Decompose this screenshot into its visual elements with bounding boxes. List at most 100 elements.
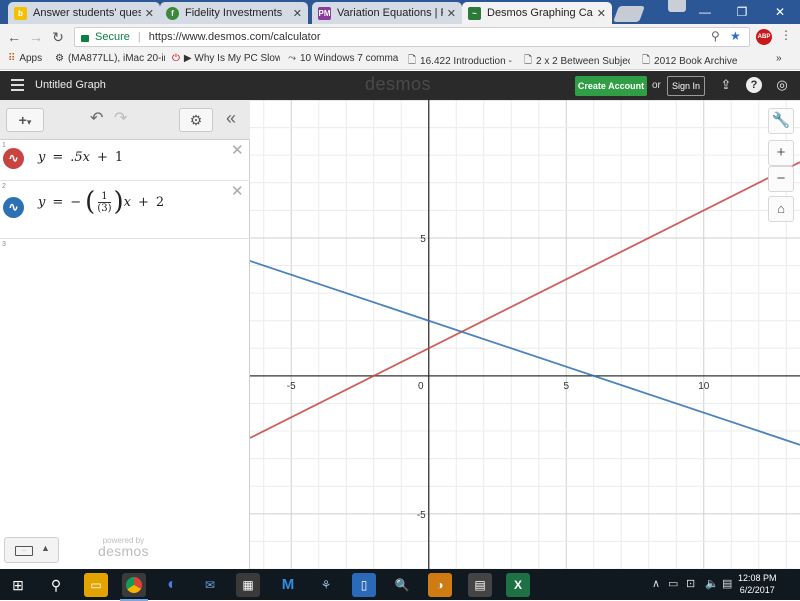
collapse-panel-icon[interactable]: « [226,108,236,129]
adblock-icon[interactable]: ABP [756,29,772,45]
hamburger-menu-icon[interactable] [11,79,24,91]
tab-title: Desmos Graphing Calcul [487,7,593,19]
expression-index: 3 [2,241,6,248]
expression-math[interactable]: y = − ( 1 (3) ) x + 2 [38,189,164,215]
add-item-button[interactable]: +▾ [6,108,44,132]
forward-arrow-icon[interactable]: → [27,28,45,46]
sign-in-button[interactable]: Sign In [667,76,705,96]
redo-icon[interactable]: ↷ [114,108,127,128]
keyboard-icon: ⋯ [15,546,33,556]
delete-expression-icon[interactable]: ✕ [231,141,244,159]
home-icon[interactable]: ⌂ [768,196,794,222]
expression-row-1[interactable]: 1 ∿ y = .5x + 1 ✕ [0,140,250,181]
bookmarks-overflow[interactable]: » [776,53,782,64]
terminal-icon[interactable]: ▤ [468,573,492,597]
close-icon[interactable]: ✕ [447,7,456,20]
keyboard-toggle-button[interactable]: ⋯ ▲ [4,537,59,563]
left-paren: ( [85,187,96,217]
firefox-icon[interactable]: ◐ [160,573,184,597]
clock-date: 6/2/2017 [739,585,775,595]
bookmark-16422[interactable]: 🗋 16.422 Introduction - [408,53,514,70]
browser-tab-4[interactable]: ~ Desmos Graphing Calcul ✕ [462,2,612,24]
undo-icon[interactable]: ↶ [90,108,103,128]
bookmark-label: ▶ Why Is My PC Slow [183,53,280,64]
thunderbird-icon[interactable]: ✉ [198,573,222,597]
zoom-in-button[interactable]: + [768,140,794,166]
graph-paper[interactable]: -5 0 5 10 5 -5 🔧 + − ⌂ [250,100,800,569]
file-explorer-icon[interactable]: ▭ [84,573,108,597]
close-icon[interactable]: ✕ [293,7,302,20]
network-icon[interactable]: ⚘ [314,573,338,597]
menu-icon[interactable]: ⋮ [780,28,792,42]
math-term: .5x [70,150,91,165]
graph-line-1 [250,161,800,439]
chevron-down-icon: ▾ [26,117,32,127]
profile-icon[interactable] [668,0,686,12]
math-equals: = [52,150,64,165]
wrench-icon[interactable]: 🔧 [768,108,794,134]
chevron-up-icon[interactable]: ∧ [652,577,660,590]
reload-icon[interactable]: ↻ [49,28,67,46]
expression-toolbar: +▾ ↶ ↷ ⚙ « [0,100,250,140]
bookmark-pc-slow[interactable]: ⏻ ▶ Why Is My PC Slow [172,53,280,64]
notification-icon[interactable]: ▤ [722,577,732,590]
browser-tab-1[interactable]: b Answer students' questio ✕ [8,2,160,24]
brainly-icon: b [14,6,27,20]
minimize-button[interactable]: — [685,2,725,22]
chrome-icon[interactable] [120,573,148,601]
bookmark-label: (MA877LL), iMac 20-in [67,53,165,64]
malwarebytes-icon[interactable]: M [276,573,300,597]
search-icon[interactable]: ⚲ [711,29,720,43]
expression-math[interactable]: y = .5x + 1 [38,150,123,165]
close-icon[interactable]: ✕ [597,7,606,20]
new-tab-button[interactable] [613,6,645,22]
bookmark-apps[interactable]: ⠿ Apps [8,53,42,64]
graph-color-icon[interactable]: ∿ [3,148,24,169]
system-clock[interactable]: 12:08 PM 6/2/2017 [738,572,777,596]
bookmarks-bar: ⠿ Apps ⚙ (MA877LL), iMac 20-in ⏻ ▶ Why I… [0,50,800,70]
magnifier-icon[interactable]: 🔍 [390,573,414,597]
network-tray-icon[interactable]: ⊡ [686,577,695,590]
bookmark-windows7[interactable]: ⤳ 10 Windows 7 comma [288,53,400,64]
zoom-out-button[interactable]: − [768,166,794,192]
url-text: https://www.desmos.com/calculator [148,31,321,43]
link-icon: ⤳ [288,53,296,64]
paint-icon[interactable]: ◑ [428,573,452,597]
browser-tab-2[interactable]: f Fidelity Investments ✕ [160,2,308,24]
graph-canvas[interactable]: -5 0 5 10 5 -5 [250,100,800,569]
purplemath-icon: PM [318,6,331,20]
excel-icon[interactable]: X [506,573,530,597]
help-icon[interactable]: ? [746,77,762,93]
restore-button[interactable]: ❐ [722,2,762,22]
close-icon[interactable]: ✕ [145,7,154,20]
url-input[interactable]: Secure | https://www.desmos.com/calculat… [74,27,750,47]
expression-row-3[interactable]: 3 [0,239,250,265]
graph-title[interactable]: Untitled Graph [35,79,106,91]
star-icon[interactable]: ★ [730,29,741,43]
windows-start-icon[interactable]: ⊞ [6,573,30,597]
browser-tab-3[interactable]: PM Variation Equations | Pur ✕ [312,2,462,24]
search-icon[interactable]: ⚲ [44,573,68,597]
share-icon[interactable]: ⇪ [718,77,734,93]
chevron-up-icon: ▲ [41,543,50,553]
globe-icon[interactable]: ◎ [774,77,790,93]
windows-taskbar: ⊞ ⚲ ▭ ◐ ✉ ▦ M ⚘ ▯ 🔍 ◑ ▤ X ∧ ▭ ⊡ 🔈 ▤ 12:0… [0,569,800,601]
desmos-header: Untitled Graph desmos Create Account or … [0,71,800,100]
notepad-icon[interactable]: ▯ [352,573,376,597]
powered-by-desmos[interactable]: powered by desmos [98,536,149,558]
bookmark-book-archive[interactable]: 🗋 2012 Book Archive [642,53,742,70]
tray-app-icon[interactable]: ▭ [668,577,678,590]
settings-icon[interactable]: ⚙ [179,108,213,132]
bookmark-2x2[interactable]: 🗋 2 x 2 Between Subject [524,53,630,70]
delete-expression-icon[interactable]: ✕ [231,182,244,200]
volume-icon[interactable]: 🔈 [705,577,719,590]
close-window-button[interactable]: ✕ [760,2,800,22]
x-tick-label: 0 [418,381,424,392]
back-arrow-icon[interactable]: ← [5,28,23,46]
bookmark-imac[interactable]: ⚙ (MA877LL), iMac 20-in [55,53,165,64]
right-paren: ) [113,187,124,217]
app-icon[interactable]: ▦ [236,573,260,597]
expression-row-2[interactable]: 2 ∿ y = − ( 1 (3) ) x + 2 ✕ [0,181,250,239]
graph-color-icon[interactable]: ∿ [3,197,24,218]
create-account-button[interactable]: Create Account [575,76,647,96]
